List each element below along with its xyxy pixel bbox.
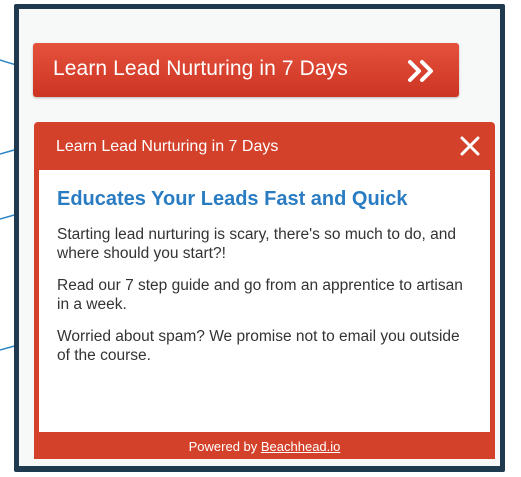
double-chevron-right-icon xyxy=(408,60,433,82)
body-heading: Educates Your Leads Fast and Quick xyxy=(57,188,408,210)
close-icon[interactable] xyxy=(459,135,481,157)
body-paragraph-3: Worried about spam? We promise not to em… xyxy=(57,328,460,364)
widget-frame: Learn Lead Nurturing in 7 Days Learn Lea… xyxy=(14,4,505,472)
learn-cta-button[interactable]: Learn Lead Nurturing in 7 Days xyxy=(33,43,459,97)
widget-body: Educates Your Leads Fast and Quick Start… xyxy=(39,170,490,432)
beachhead-link[interactable]: Beachhead.io xyxy=(261,439,341,454)
body-paragraph-1: Starting lead nurturing is scary, there'… xyxy=(57,226,456,262)
body-paragraph-2: Read our 7 step guide and go from an app… xyxy=(57,277,463,313)
cta-label: Learn Lead Nurturing in 7 Days xyxy=(53,57,348,80)
widget-header: Learn Lead Nurturing in 7 Days xyxy=(34,122,495,170)
lead-nurturing-widget: Learn Lead Nurturing in 7 Days Educates … xyxy=(34,122,495,459)
widget-title: Learn Lead Nurturing in 7 Days xyxy=(56,138,279,155)
footer-prefix: Powered by xyxy=(188,439,261,454)
widget-footer: Powered by Beachhead.io xyxy=(34,432,495,459)
widget-canvas: Learn Lead Nurturing in 7 Days Learn Lea… xyxy=(19,9,500,466)
